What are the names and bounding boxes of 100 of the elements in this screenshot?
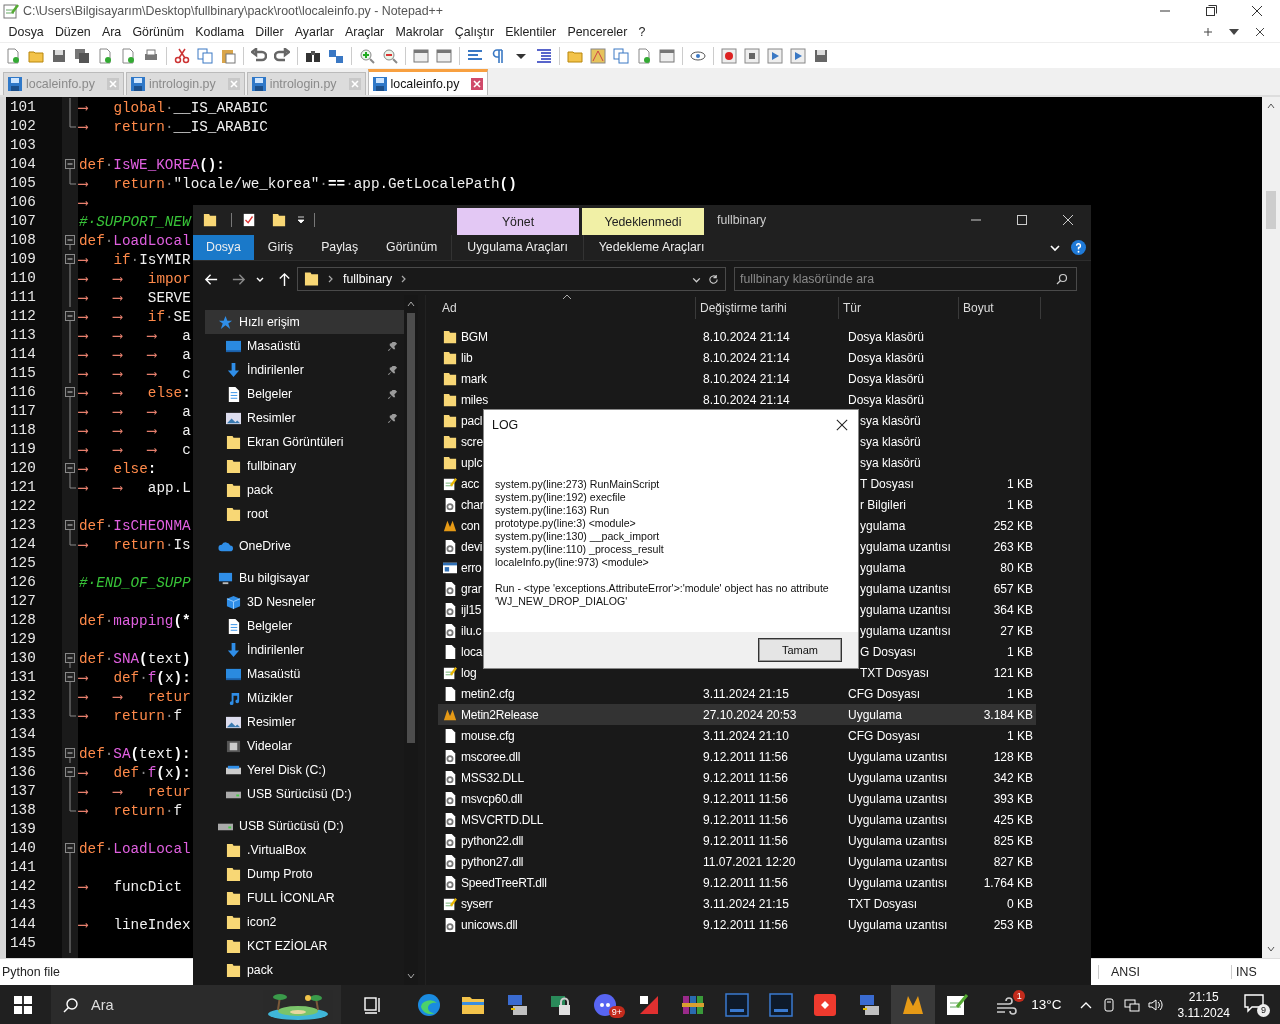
file-size: 342 KB bbox=[993, 770, 1033, 785]
file-name: metin2.cfg bbox=[461, 686, 515, 701]
modified-date: 9.12.2011 11:56 bbox=[703, 791, 788, 806]
notification-badge: 9 bbox=[1257, 1003, 1270, 1017]
line-number: 103 bbox=[9, 136, 37, 155]
line-number: 102 bbox=[9, 117, 37, 136]
line-number: 106 bbox=[9, 193, 37, 212]
traceback-line: system.py(line:192) execfile bbox=[495, 491, 627, 504]
line-number: 113 bbox=[9, 326, 37, 345]
line-number: 115 bbox=[9, 364, 37, 383]
line-number: 134 bbox=[9, 725, 37, 744]
file-type: Uygulama uzantısı bbox=[848, 917, 948, 932]
line-number: 104 bbox=[9, 155, 37, 174]
file-size: 1 KB bbox=[1007, 728, 1033, 743]
code-line: ⟶ lineIndex bbox=[78, 916, 191, 933]
line-number: 133 bbox=[9, 706, 37, 725]
file-size: 1.764 KB bbox=[983, 875, 1033, 890]
line-number: 121 bbox=[9, 478, 37, 497]
file-name: msvcp60.dll bbox=[461, 791, 523, 806]
file-type: ygulama uzantısı bbox=[860, 602, 951, 617]
file-name: grar bbox=[461, 581, 482, 596]
file-size: 263 KB bbox=[993, 539, 1033, 554]
line-number: 124 bbox=[9, 535, 37, 554]
code-line: ⟶ return·"locale/we_korea"·==·app.GetLocalePath() bbox=[78, 175, 517, 192]
line-number: 141 bbox=[9, 858, 37, 877]
file-type: ygulama bbox=[860, 518, 906, 533]
file-type: ygulama uzantısı bbox=[860, 539, 951, 554]
traceback-line: system.py(line:130) __pack_import bbox=[495, 530, 661, 543]
code-line: ⟶ ⟶ else: bbox=[78, 384, 191, 401]
line-number: 128 bbox=[9, 611, 37, 630]
notification-badge: 1 bbox=[1013, 989, 1026, 1002]
code-line: ⟶ return·f bbox=[78, 802, 183, 819]
file-size: 1 KB bbox=[1007, 497, 1033, 512]
modified-date: 8.10.2024 21:14 bbox=[703, 371, 790, 386]
file-size: 80 KB bbox=[1000, 560, 1033, 575]
line-number: 109 bbox=[9, 250, 37, 269]
file-type: Uygulama bbox=[848, 707, 903, 722]
file-name: mscoree.dll bbox=[461, 749, 521, 764]
file-type: G Dosyası bbox=[860, 644, 916, 659]
code-line: ⟶ ⟶ ⟶ a bbox=[78, 346, 191, 363]
file-type: Dosya klasörü bbox=[848, 371, 925, 386]
code-line: ⟶ ⟶ retur bbox=[78, 783, 191, 800]
code-line: ⟶ ⟶ ⟶ a bbox=[78, 403, 191, 420]
code-line: ⟶ return·f bbox=[78, 707, 183, 724]
line-number: 143 bbox=[9, 896, 37, 915]
line-number: 105 bbox=[9, 174, 37, 193]
file-type: sya klasörü bbox=[860, 434, 921, 449]
file-name: ilu.c bbox=[461, 623, 482, 638]
line-number: 142 bbox=[9, 877, 37, 896]
code-line: def·IsCHEONMA bbox=[78, 517, 191, 534]
code-line: ⟶ else: bbox=[78, 460, 157, 477]
file-type: Dosya klasörü bbox=[848, 392, 925, 407]
code-line: def·mapping(* bbox=[78, 612, 191, 629]
line-number: 117 bbox=[9, 402, 37, 421]
modified-date: 9.12.2011 11:56 bbox=[703, 875, 788, 890]
code-line: ⟶ return·Is bbox=[78, 536, 191, 553]
line-number: 137 bbox=[9, 782, 37, 801]
modified-date: 9.12.2011 11:56 bbox=[703, 770, 788, 785]
line-number: 140 bbox=[9, 839, 37, 858]
file-type: Uygulama uzantısı bbox=[848, 875, 948, 890]
line-number: 135 bbox=[9, 744, 37, 763]
file-type: CFG Dosyası bbox=[848, 686, 920, 701]
line-number: 145 bbox=[9, 934, 37, 953]
file-type: TXT Dosyası bbox=[848, 896, 918, 911]
code-line: ⟶ ⟶ ⟶ a bbox=[78, 327, 191, 344]
code-line: ⟶ ⟶ app.L bbox=[78, 479, 191, 496]
line-number: 119 bbox=[9, 440, 37, 459]
file-type: Uygulama uzantısı bbox=[848, 770, 948, 785]
file-size: 657 KB bbox=[993, 581, 1033, 596]
modified-date: 11.07.2021 12:20 bbox=[703, 854, 796, 869]
traceback-line: prototype.py(line:3) <module> bbox=[495, 517, 637, 530]
file-name: ijl15 bbox=[461, 602, 482, 617]
file-name: BGM bbox=[461, 329, 488, 344]
code-line: ⟶ return·__IS_ARABIC bbox=[78, 118, 268, 135]
file-size: 252 KB bbox=[993, 518, 1033, 533]
line-number: 118 bbox=[9, 421, 37, 440]
file-size: 1 KB bbox=[1007, 476, 1033, 491]
line-number: 122 bbox=[9, 497, 37, 516]
file-size: 128 KB bbox=[993, 749, 1033, 764]
file-size: 827 KB bbox=[993, 854, 1033, 869]
file-size: 393 KB bbox=[993, 791, 1033, 806]
modified-date: 9.12.2011 11:56 bbox=[703, 833, 788, 848]
file-name: loca bbox=[461, 644, 483, 659]
line-number: 107 bbox=[9, 212, 37, 231]
file-name: char bbox=[461, 497, 484, 512]
file-name: log bbox=[461, 665, 477, 680]
file-name: devi bbox=[461, 539, 483, 554]
line-number: 123 bbox=[9, 516, 37, 535]
file-size: 27 KB bbox=[1000, 623, 1033, 638]
code-line: #·END_OF_SUPP bbox=[78, 574, 191, 591]
modified-date: 3.11.2024 21:15 bbox=[703, 896, 789, 911]
modified-date: 3.11.2024 21:10 bbox=[703, 728, 789, 743]
line-number: 139 bbox=[9, 820, 37, 839]
file-name: con bbox=[461, 518, 480, 533]
line-number: 129 bbox=[9, 630, 37, 649]
line-number: 101 bbox=[9, 98, 37, 117]
traceback-line: system.py(line:110) _process_result bbox=[495, 543, 665, 556]
modified-date: 8.10.2024 21:14 bbox=[703, 329, 790, 344]
code-line: def·SA(text): bbox=[78, 745, 191, 762]
file-name: MSS32.DLL bbox=[461, 770, 524, 785]
